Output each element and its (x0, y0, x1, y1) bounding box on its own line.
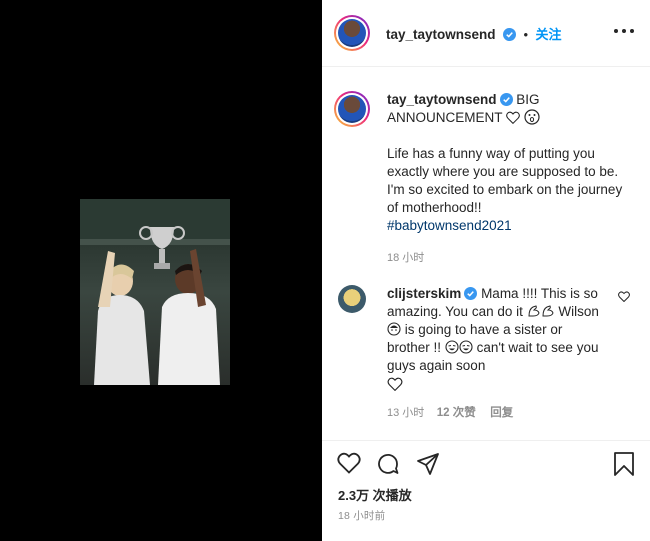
more-options-icon[interactable] (614, 27, 634, 35)
verified-badge-icon (464, 287, 478, 300)
commenter-avatar[interactable] (338, 285, 366, 313)
separator-dot: • (523, 27, 528, 42)
comment-bubble-icon[interactable] (376, 452, 400, 476)
comment-text-2: Wilson (558, 304, 599, 319)
media-area (0, 0, 322, 541)
share-paper-plane-icon[interactable] (416, 452, 440, 476)
author-avatar[interactable] (334, 15, 370, 51)
heart-emoji-icon (506, 111, 520, 125)
verified-badge-icon (502, 28, 516, 41)
comment-likes[interactable]: 12 次赞 (437, 407, 476, 419)
post-timestamp[interactable]: 18 小时前 (338, 508, 385, 523)
shocked-face-emoji-icon (524, 109, 540, 125)
caption-body: Life has a funny way of putting you exac… (387, 146, 623, 215)
crying-laughing-emoji-icon (445, 340, 459, 354)
like-comment-heart-icon[interactable] (618, 291, 630, 302)
caption-username[interactable]: tay_taytownsend (387, 92, 497, 107)
post-sidebar: tay_taytownsend • 关注 tay_taytownsend BIG… (322, 0, 650, 541)
action-bar: 2.3万 次播放 18 小时前 (322, 440, 650, 541)
caption-time: 18 小时 (387, 252, 425, 264)
comment-username[interactable]: clijsterskim (387, 286, 461, 301)
trophy-photo (80, 199, 230, 385)
post-photo[interactable] (80, 199, 230, 385)
save-bookmark-icon[interactable] (613, 452, 635, 476)
crying-laughing-emoji-icon (459, 340, 473, 354)
verified-badge-icon (499, 93, 513, 106)
hashtag-link[interactable]: #babytownsend2021 (387, 217, 631, 235)
comment-reply-button[interactable]: 回复 (490, 407, 513, 419)
view-count[interactable]: 2.3万 次播放 (338, 485, 412, 504)
caption-avatar[interactable] (334, 91, 370, 127)
instagram-post-view: tay_taytownsend • 关注 tay_taytownsend BIG… (0, 0, 650, 541)
post-header: tay_taytownsend • 关注 (322, 0, 650, 67)
flexed-biceps-emoji-icon (542, 305, 554, 317)
comment-time: 13 小时 (387, 407, 425, 419)
header-username[interactable]: tay_taytownsend (386, 27, 496, 42)
flexed-biceps-emoji-icon (528, 305, 540, 317)
follow-button[interactable]: 关注 (535, 27, 561, 42)
heart-emoji-icon (387, 377, 403, 392)
baby-emoji-icon (387, 322, 401, 336)
like-heart-icon[interactable] (337, 452, 361, 474)
